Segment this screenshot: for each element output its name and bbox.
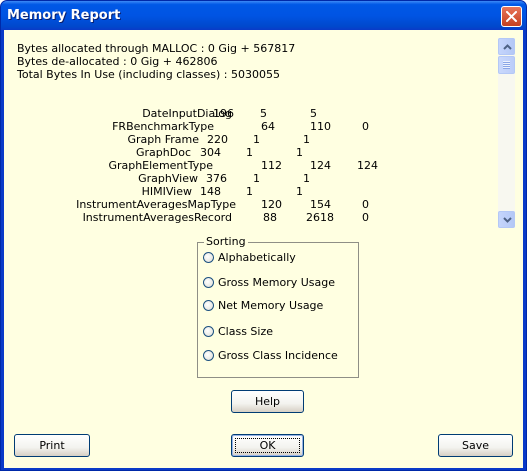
radio-circle-icon xyxy=(203,252,214,263)
deallocated-bytes-line: Bytes de-allocated : 0 Gig + 462806 xyxy=(17,55,218,68)
class-name-cell: DateInputDialog xyxy=(142,107,232,120)
close-button[interactable] xyxy=(501,6,522,27)
class-name-cell: InstrumentAveragesRecord xyxy=(82,211,232,224)
scroll-up-button[interactable] xyxy=(498,38,515,55)
class-value-cell: 120 xyxy=(261,198,282,211)
total-bytes-line: Total Bytes In Use (including classes) :… xyxy=(17,68,280,81)
close-icon xyxy=(506,11,517,22)
print-button[interactable]: Print xyxy=(14,434,90,457)
class-value-cell: 0 xyxy=(362,120,369,133)
scroll-down-button[interactable] xyxy=(498,211,515,228)
radio-circle-icon xyxy=(203,277,214,288)
class-value-cell: 64 xyxy=(261,120,275,133)
sorting-groupbox: Sorting Alphabetically Gross Memory Usag… xyxy=(197,235,359,378)
class-value-cell: 88 xyxy=(263,211,277,224)
class-value-cell: 0 xyxy=(362,198,369,211)
class-value-cell: 1 xyxy=(296,146,303,159)
class-value-cell: 1 xyxy=(246,146,253,159)
radio-label: Class Size xyxy=(218,325,274,338)
class-value-cell: 5 xyxy=(260,107,267,120)
class-value-cell: 1 xyxy=(253,133,260,146)
radio-circle-icon xyxy=(203,350,214,361)
class-value-cell: 1 xyxy=(253,172,260,185)
class-value-cell: 110 xyxy=(310,120,331,133)
ok-button-label: OK xyxy=(259,439,276,452)
class-value-cell: 220 xyxy=(207,133,228,146)
class-value-cell: 376 xyxy=(206,172,227,185)
class-value-cell: 1 xyxy=(296,185,303,198)
scroll-up-arrow-icon xyxy=(503,44,512,50)
scroll-down-arrow-icon xyxy=(503,217,512,223)
save-button[interactable]: Save xyxy=(438,434,513,457)
ok-button[interactable]: OK xyxy=(231,434,304,457)
window-title: Memory Report xyxy=(7,8,121,23)
class-value-cell: 5 xyxy=(310,107,317,120)
malloc-bytes-line: Bytes allocated through MALLOC : 0 Gig +… xyxy=(17,42,296,55)
class-name-cell: GraphDoc xyxy=(136,146,191,159)
class-value-cell: 148 xyxy=(200,185,221,198)
class-name-cell: HIMIView xyxy=(141,185,192,198)
vertical-scrollbar[interactable] xyxy=(498,38,515,228)
sorting-group-title: Sorting xyxy=(204,235,248,248)
class-value-cell: 196 xyxy=(213,107,234,120)
dialog-client-area: Bytes allocated through MALLOC : 0 Gig +… xyxy=(4,30,523,468)
class-value-cell: 0 xyxy=(362,211,369,224)
radio-circle-icon xyxy=(203,326,214,337)
class-name-cell: FRBenchmarkType xyxy=(112,120,214,133)
class-value-cell: 112 xyxy=(261,159,282,172)
radio-label: Gross Class Incidence xyxy=(218,349,338,362)
class-name-cell: GraphElementType xyxy=(108,159,213,172)
class-value-cell: 1 xyxy=(303,133,310,146)
class-value-cell: 304 xyxy=(200,146,221,159)
class-name-cell: InstrumentAveragesMapType xyxy=(76,198,236,211)
help-button[interactable]: Help xyxy=(231,390,304,413)
radio-circle-icon xyxy=(203,300,214,311)
class-value-cell: 1 xyxy=(246,185,253,198)
class-value-cell: 1 xyxy=(303,172,310,185)
title-bar[interactable]: Memory Report xyxy=(1,1,526,30)
class-value-cell: 124 xyxy=(310,159,331,172)
report-text-area[interactable]: Bytes allocated through MALLOC : 0 Gig +… xyxy=(11,38,516,228)
memory-report-window: Memory Report Bytes allocated through MA… xyxy=(0,0,527,471)
class-value-cell: 154 xyxy=(310,198,331,211)
radio-label: Gross Memory Usage xyxy=(218,276,335,289)
radio-label: Net Memory Usage xyxy=(218,299,324,312)
class-value-cell: 124 xyxy=(357,159,378,172)
class-name-cell: GraphView xyxy=(138,172,198,185)
radio-label: Alphabetically xyxy=(218,251,296,264)
class-value-cell: 2618 xyxy=(306,211,334,224)
scrollbar-thumb[interactable] xyxy=(498,56,515,74)
class-name-cell: Graph Frame xyxy=(127,133,199,146)
